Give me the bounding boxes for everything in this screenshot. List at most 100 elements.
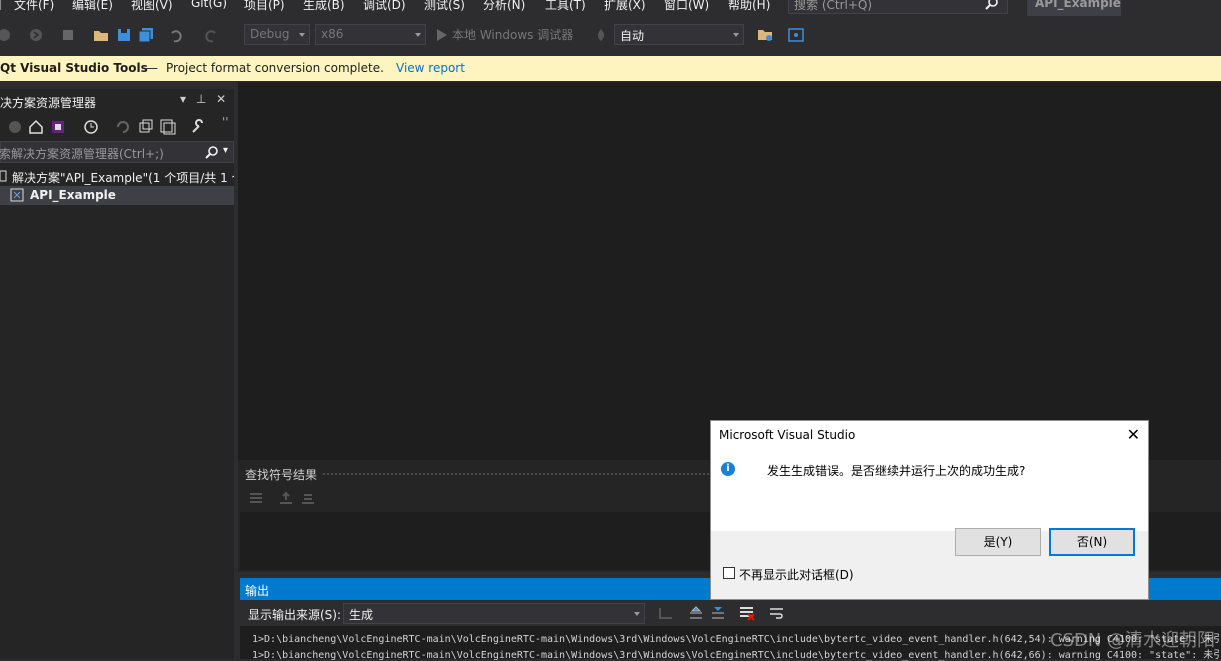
save-icon[interactable] (116, 27, 132, 43)
config-combo[interactable]: Debug (244, 24, 310, 45)
menu-help[interactable]: 帮助(H) (728, 0, 770, 13)
editor-area (238, 82, 1221, 460)
find-in-files-icon[interactable] (757, 27, 775, 43)
info-icon: i (721, 462, 735, 476)
menu-analyze[interactable]: 分析(N) (483, 0, 525, 13)
menu-debug[interactable]: 调试(D) (363, 0, 406, 13)
yes-button[interactable]: 是(Y) (955, 528, 1041, 556)
menu-view[interactable]: 视图(V) (131, 0, 173, 13)
output-toolbar: 显示输出来源(S): 生成 (240, 600, 1221, 626)
info-bar: Qt Visual Studio Tools — Project format … (0, 56, 1221, 81)
chevron-down-icon (299, 33, 305, 37)
platform-value: x86 (321, 27, 344, 41)
solution-icon (0, 170, 7, 182)
config-value: Debug (250, 27, 290, 41)
project-title: API_Example (1035, 0, 1121, 10)
forward-icon[interactable] (29, 27, 45, 43)
menu-window[interactable]: 窗口(W) (664, 0, 709, 13)
dialog-titlebar: Microsoft Visual Studio ✕ (711, 421, 1148, 451)
menu-extensions[interactable]: 扩展(X) (604, 0, 646, 13)
chevron-down-icon (415, 33, 421, 37)
solution-explorer-title: 决方案资源管理器 (0, 96, 97, 110)
undo-icon[interactable] (168, 27, 184, 43)
view-report-link[interactable]: View report (396, 61, 465, 75)
back-icon[interactable] (0, 27, 16, 43)
chevron-down-icon[interactable]: ▾ (223, 145, 228, 156)
search-placeholder: 搜索 (Ctrl+Q) (794, 0, 873, 12)
project-title-badge: API_Example (1027, 0, 1121, 16)
refresh-icon[interactable] (115, 119, 131, 135)
collapse-all-icon[interactable] (138, 119, 154, 135)
new-project-icon[interactable] (60, 27, 76, 43)
next-message-icon[interactable] (710, 606, 726, 620)
clear-all-icon[interactable] (739, 605, 755, 621)
solution-search-input[interactable]: 索解决方案资源管理器(Ctrl+;) ▾ (0, 141, 234, 163)
home-icon[interactable] (28, 119, 44, 135)
menu-file[interactable]: 文件(F) (14, 0, 54, 13)
solution-search-placeholder: 索解决方案资源管理器(Ctrl+;) (0, 147, 164, 161)
solution-explorer-toolbar: '' (0, 115, 234, 139)
previous-icon[interactable] (279, 491, 293, 505)
window-layout-icon[interactable] (788, 27, 804, 43)
switch-views-icon[interactable] (50, 119, 66, 135)
chevron-down-icon (733, 33, 739, 37)
auto-value: 自动 (620, 29, 645, 43)
project-node-label: API_Example (30, 188, 116, 202)
menu-edge: ▏ (0, 0, 10, 10)
pin-icon[interactable]: ⊥ (196, 92, 206, 106)
previous-message-icon[interactable] (688, 606, 704, 620)
find-symbol-title: 查找符号结果 (245, 468, 318, 482)
no-button[interactable]: 否(N) (1049, 528, 1135, 556)
properties-icon[interactable] (190, 119, 206, 135)
infobar-message: Project format conversion complete. (166, 61, 384, 75)
open-folder-icon[interactable] (93, 27, 109, 43)
go-to-message-icon[interactable] (658, 606, 674, 620)
infobar-product: Qt Visual Studio Tools (0, 61, 148, 75)
word-wrap-icon[interactable] (769, 605, 785, 621)
next-icon[interactable] (301, 491, 315, 505)
platform-combo[interactable]: x86 (315, 24, 426, 45)
play-icon[interactable] (436, 28, 448, 42)
output-source-label: 显示输出来源(S): (248, 608, 342, 622)
solution-node-label: 解决方案"API_Example"(1 个项目/共 1 个 (12, 171, 244, 185)
menu-project[interactable]: 项目(P) (244, 0, 285, 13)
project-icon (10, 188, 24, 202)
dialog-message: 发生生成错误。是否继续并运行上次的成功生成? (767, 464, 1026, 478)
redo-icon[interactable] (203, 27, 219, 43)
dont-show-again-label[interactable]: 不再显示此对话框(D) (739, 566, 854, 583)
output-source-combo[interactable]: 生成 (343, 603, 645, 624)
menu-edit[interactable]: 编辑(E) (72, 0, 113, 13)
menu-tools[interactable]: 工具(T) (545, 0, 586, 13)
search-icon[interactable] (985, 0, 999, 10)
auto-combo[interactable]: 自动 (614, 24, 744, 45)
menu-git[interactable]: Git(G) (191, 0, 227, 10)
solution-node[interactable]: 解决方案"API_Example"(1 个项目/共 1 个 (0, 167, 244, 186)
flame-icon (597, 29, 605, 41)
run-debugger-button[interactable]: 本地 Windows 调试器 (452, 26, 573, 43)
list-icon[interactable] (249, 491, 263, 505)
overflow-icon[interactable]: '' (222, 115, 229, 129)
project-node[interactable]: API_Example (0, 186, 234, 205)
search-icon[interactable] (205, 145, 219, 159)
output-source-value: 生成 (349, 608, 374, 622)
continue-dialog: Microsoft Visual Studio ✕ i 发生生成错误。是否继续并… (710, 420, 1149, 600)
show-all-files-icon[interactable] (160, 119, 176, 135)
dont-show-again-checkbox[interactable] (723, 567, 735, 579)
dialog-body: i 发生生成错误。是否继续并运行上次的成功生成? (711, 451, 1148, 531)
menu-build[interactable]: 生成(B) (303, 0, 345, 13)
chevron-down-icon[interactable]: ▾ (180, 92, 186, 106)
menu-test[interactable]: 测试(S) (424, 0, 465, 13)
solution-explorer: 决方案资源管理器 ▾ ⊥ ✕ '' 索解决方案资源管理器(Ctrl+;) ▾ 解… (0, 89, 244, 659)
panel-controls: ▾ ⊥ ✕ (180, 92, 226, 106)
history-icon[interactable] (83, 119, 99, 135)
watermark: CSDN @清水迎朝阳 (1049, 630, 1215, 651)
output-title: 输出 (245, 584, 270, 598)
search-input[interactable]: 搜索 (Ctrl+Q) (788, 0, 1008, 14)
infobar-dash: — (146, 61, 158, 75)
chevron-down-icon (634, 612, 640, 616)
close-icon[interactable]: ✕ (216, 92, 226, 106)
close-icon[interactable]: ✕ (1127, 425, 1140, 444)
back-icon[interactable] (8, 120, 22, 134)
dialog-title: Microsoft Visual Studio (719, 428, 856, 442)
save-all-icon[interactable] (138, 27, 154, 43)
